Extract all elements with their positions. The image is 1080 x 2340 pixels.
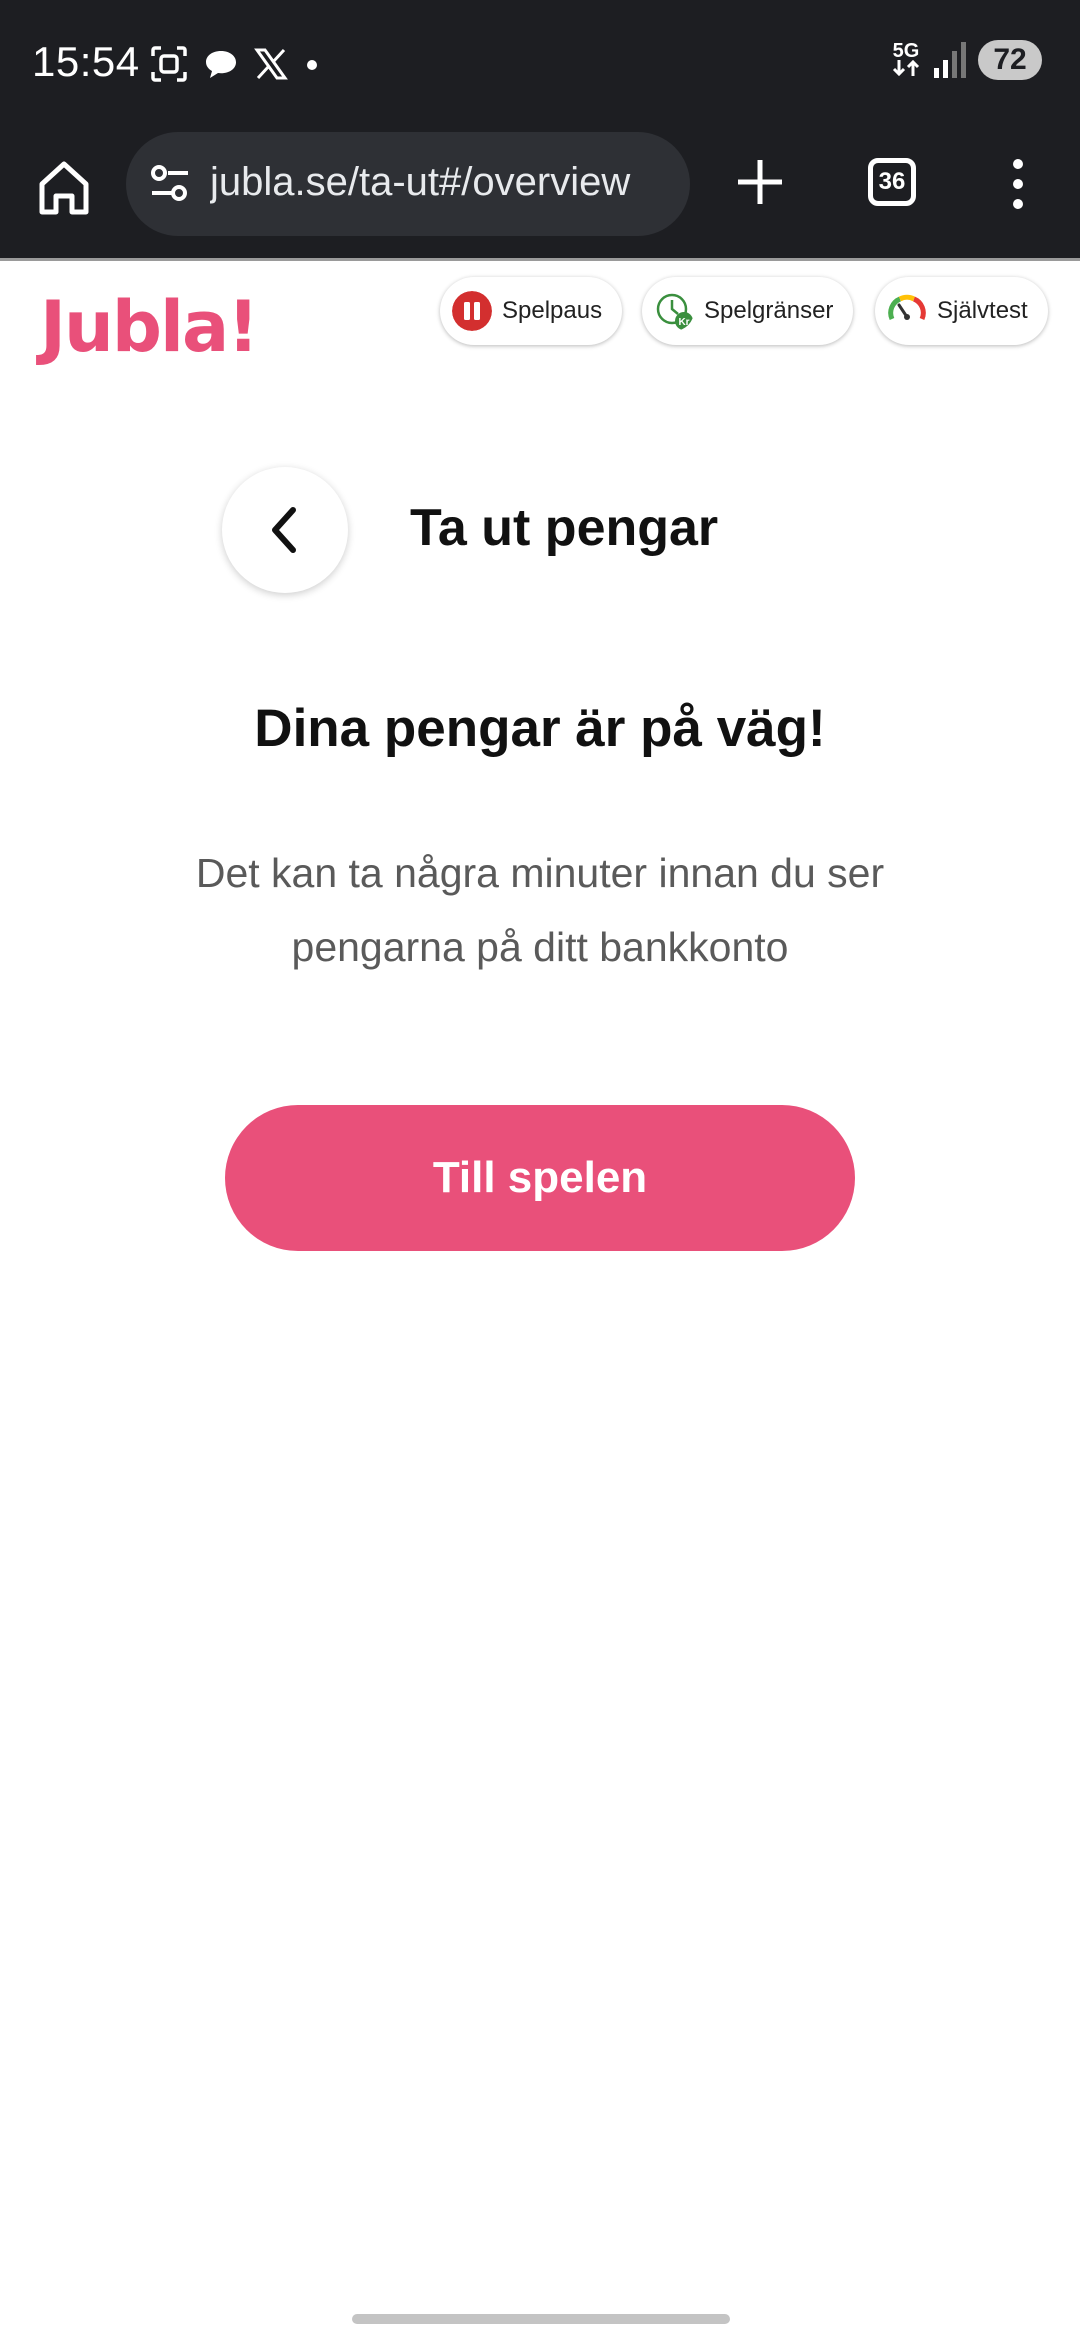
network-type: 5G xyxy=(890,41,922,79)
spelgranser-button[interactable]: Kr Spelgränser xyxy=(642,277,854,345)
spelgranser-label: Spelgränser xyxy=(704,297,834,324)
chat-bubble-icon xyxy=(206,51,236,78)
status-time: 15:54 xyxy=(32,38,140,85)
screenshot-icon xyxy=(151,46,187,82)
status-bar: 15:54 5G 72 xyxy=(0,0,1080,128)
home-icon[interactable] xyxy=(36,158,92,218)
system-icons: 5G 72 xyxy=(890,40,1042,80)
spelpaus-label: Spelpaus xyxy=(502,297,603,324)
tab-switcher-button[interactable]: 36 xyxy=(868,158,916,206)
limits-icon: Kr xyxy=(656,293,693,330)
chevron-left-icon xyxy=(272,507,296,553)
notification-icons xyxy=(150,44,322,84)
back-button[interactable] xyxy=(222,467,348,593)
battery-indicator: 72 xyxy=(978,40,1042,80)
x-logo-icon xyxy=(254,48,288,80)
jubla-logo[interactable]: Jubla! xyxy=(40,286,259,368)
notification-dot-icon xyxy=(307,60,317,70)
till-spelen-button[interactable]: Till spelen xyxy=(225,1105,855,1251)
browser-toolbar: jubla.se/ta-ut#/overview 36 xyxy=(0,128,1080,258)
sjalvtest-label: Självtest xyxy=(937,297,1028,324)
spelpaus-button[interactable]: Spelpaus xyxy=(440,277,623,345)
toolbar-divider xyxy=(0,258,1080,261)
confirmation-headline: Dina pengar är på väg! xyxy=(254,699,826,758)
signal-icon xyxy=(934,42,966,78)
confirmation-subtext: Det kan ta några minuter innan du ser pe… xyxy=(195,850,885,970)
page-title: Ta ut pengar xyxy=(410,499,719,557)
sjalvtest-button[interactable]: Självtest xyxy=(875,277,1048,345)
pause-icon xyxy=(452,291,492,331)
url-text[interactable]: jubla.se/ta-ut#/overview xyxy=(210,160,680,205)
gesture-navigation-bar[interactable] xyxy=(352,2314,730,2324)
gauge-icon xyxy=(888,294,926,321)
svg-text:Kr: Kr xyxy=(678,317,689,328)
new-tab-icon[interactable] xyxy=(734,156,786,208)
more-menu-icon[interactable] xyxy=(1008,154,1028,214)
address-bar[interactable]: jubla.se/ta-ut#/overview xyxy=(126,132,690,236)
site-settings-icon[interactable] xyxy=(148,162,192,206)
